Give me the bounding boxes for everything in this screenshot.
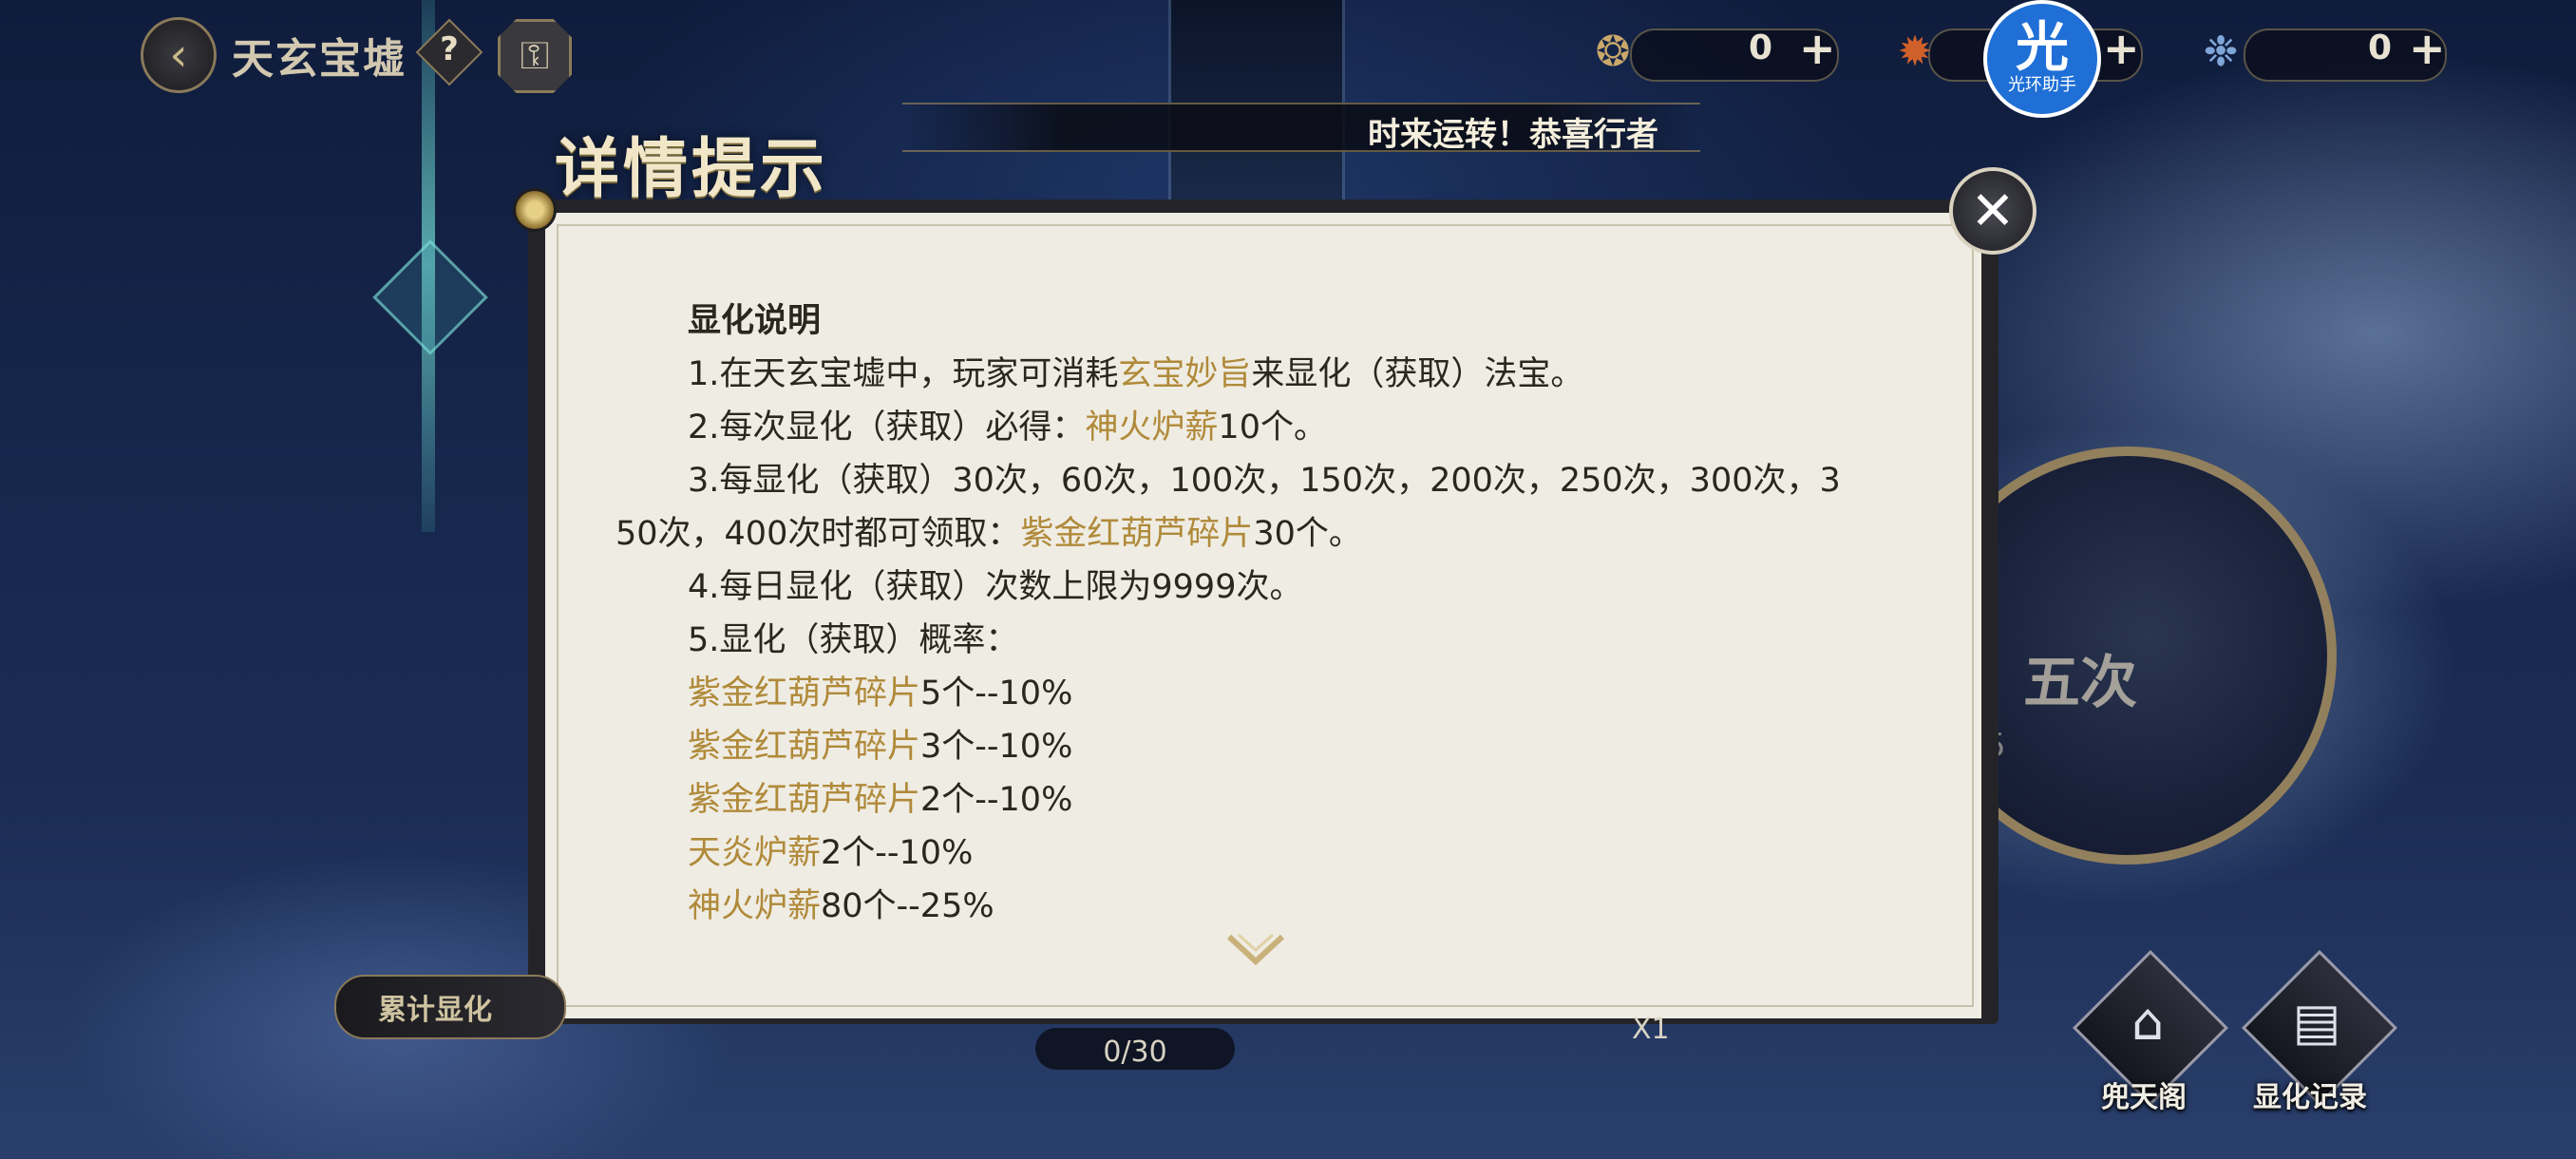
close-button[interactable]: ✕ (1949, 167, 2036, 255)
pavilion-icon: ⌂ (2131, 992, 2165, 1052)
rate-row: 神火炉薪80个--25% (688, 887, 994, 925)
chevron-down-icon[interactable] (1225, 931, 1286, 969)
back-button[interactable]: ‹ (141, 17, 217, 93)
panel-title: 详情提示 (555, 132, 829, 207)
add-spirit-button[interactable]: + (2409, 23, 2446, 74)
resource-value-relic: 0 (1748, 28, 1772, 67)
add-relic-button[interactable]: + (1799, 23, 1836, 74)
details-content[interactable]: 显化说明 1.在天玄宝墟中，玩家可消耗玄宝妙旨来显化（获取）法宝。 2.每次显化… (616, 294, 1888, 933)
rule-line-3-cont: 50次，400次时都可领取：紫金红葫芦碎片30个。 (616, 515, 1362, 553)
resource-value-spirit: 0 (2367, 28, 2392, 67)
vault-button[interactable]: ⚿ (498, 19, 572, 93)
screen-title: 天玄宝墟 (232, 35, 407, 84)
details-heading: 显化说明 (688, 302, 822, 340)
helper-glyph: 光 (2016, 17, 2069, 79)
rate-row: 紫金红葫芦碎片2个--10% (688, 781, 1073, 819)
record-book-icon: ▤ (2292, 992, 2341, 1052)
helper-button[interactable]: 光 光环助手 (1983, 0, 2101, 118)
announcement-ticker: 时来运转！恭喜行者 (902, 103, 1700, 152)
rule-line-1: 1.在天玄宝墟中，玩家可消耗玄宝妙旨来显化（获取）法宝。 (688, 355, 1584, 393)
fire-icon: ✹ (1897, 27, 1933, 76)
relic-icon: ❂ (1595, 27, 1631, 76)
corner-ornament (513, 188, 557, 232)
pavilion-label: 兜天阁 (2101, 1081, 2187, 1114)
cumulative-label: 累计显化 (378, 994, 492, 1027)
rule-line-4: 4.每日显化（获取）次数上限为9999次。 (688, 568, 1303, 606)
ticker-text: 时来运转！恭喜行者 (1368, 116, 1658, 152)
help-icon: ? (440, 30, 459, 68)
medallion-text: 五次 (2023, 650, 2137, 716)
rule-line-3: 3.每显化（获取）30次，60次，100次，150次，200次，250次，300… (688, 462, 1841, 500)
record-label: 显化记录 (2253, 1081, 2367, 1114)
helper-label: 光环助手 (2008, 75, 2076, 95)
rate-row: 紫金红葫芦碎片5个--10% (688, 674, 1073, 712)
rule-line-2: 2.每次显化（获取）必得：神火炉薪10个。 (688, 408, 1327, 446)
vault-icon: ⚿ (520, 34, 550, 78)
spirit-icon: ❉ (2203, 27, 2239, 76)
back-arrow-icon: ‹ (169, 28, 188, 82)
add-fire-button[interactable]: + (2103, 23, 2140, 74)
close-icon: ✕ (1970, 180, 2016, 242)
progress-text: 0/30 (1103, 1036, 1167, 1069)
rate-row: 紫金红葫芦碎片3个--10% (688, 728, 1073, 766)
rule-line-5: 5.显化（获取）概率： (688, 621, 1019, 659)
multiplier-label: X1 (1632, 1013, 1670, 1046)
rate-row: 天炎炉薪2个--10% (688, 834, 974, 872)
